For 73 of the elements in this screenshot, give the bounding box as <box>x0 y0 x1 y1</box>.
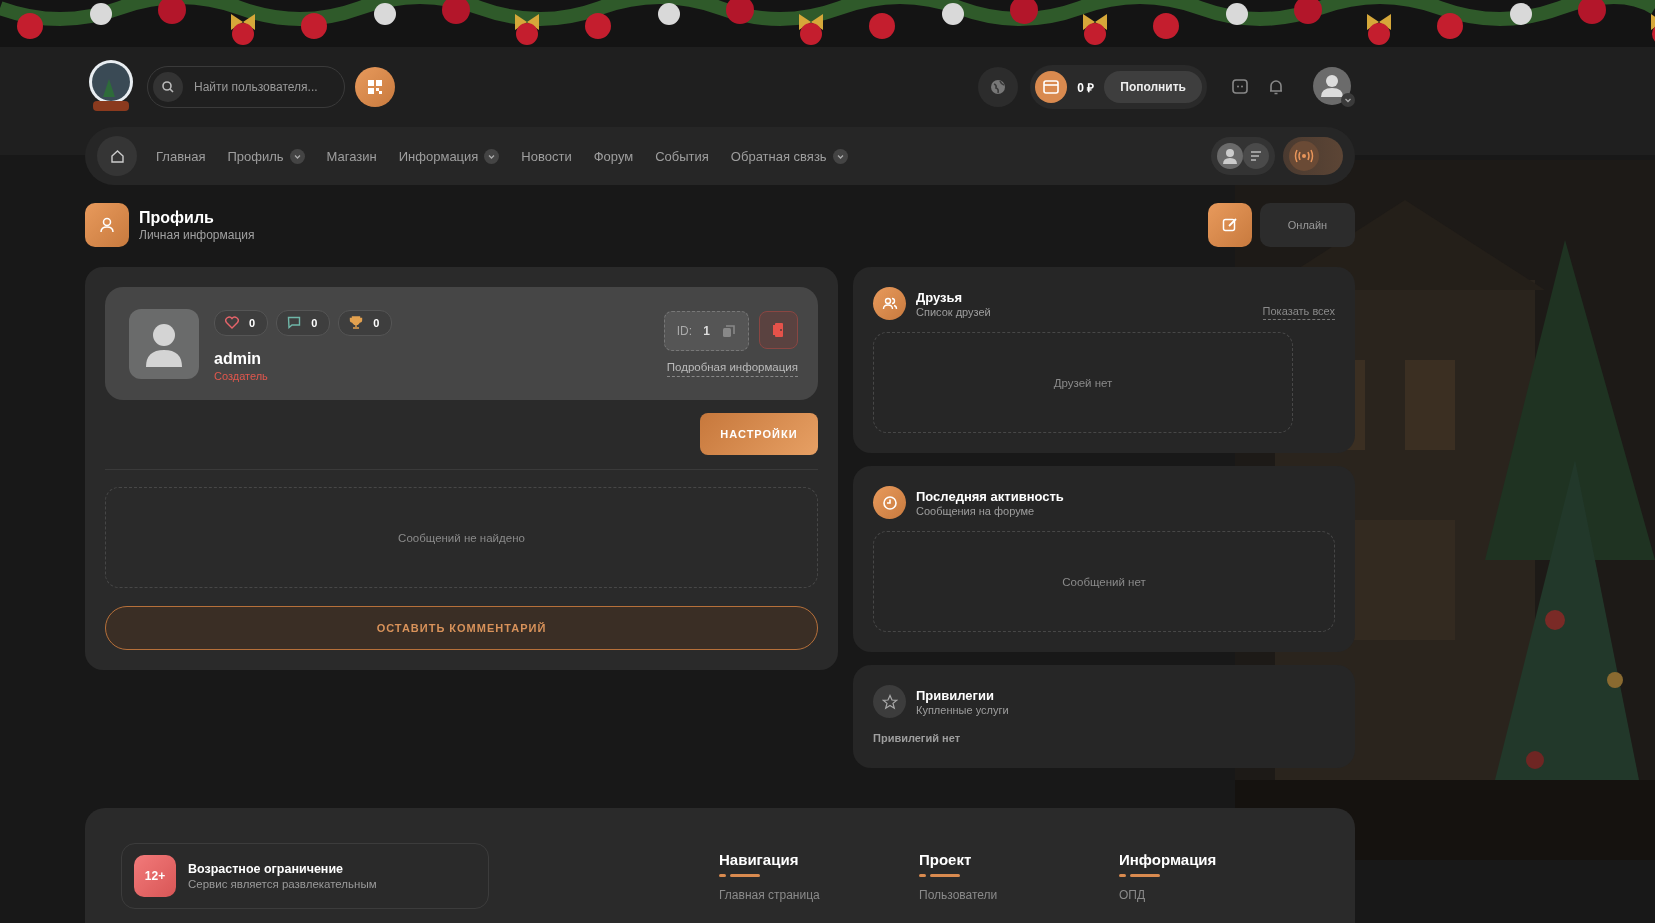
edit-button[interactable] <box>1208 203 1252 247</box>
user-role: Создатель <box>214 369 269 382</box>
door-icon <box>771 321 786 338</box>
details-link[interactable]: Подробная информация <box>666 360 798 377</box>
avatar-icon[interactable] <box>1313 67 1351 105</box>
wallet-icon <box>1043 80 1060 94</box>
card-title: Привилегии <box>916 687 995 703</box>
footer-link[interactable]: ОПД <box>1119 888 1319 902</box>
comment-button[interactable]: ОСТАВИТЬ КОММЕНТАРИЙ <box>105 606 818 650</box>
nav-link[interactable]: Главная <box>156 148 206 164</box>
age-title: Возрастное ограничение <box>188 862 345 876</box>
clock-icon <box>881 494 898 511</box>
page-subtitle: Личная информация <box>139 227 255 242</box>
home-button[interactable] <box>97 136 137 176</box>
age-subtitle: Сервис является развлекательным <box>188 878 377 890</box>
nav-link[interactable]: Новости <box>521 148 572 164</box>
stat-counter: 0 <box>214 309 269 336</box>
stat-counter: 0 <box>338 309 393 336</box>
chevron-down-icon[interactable] <box>484 148 500 164</box>
user-name: admin <box>214 349 263 368</box>
footer-heading: Проект <box>919 851 973 868</box>
star-icon <box>881 693 898 710</box>
footer-link[interactable]: Главная страница <box>719 888 919 902</box>
bell-icon[interactable] <box>1267 78 1285 96</box>
user-id: ID: 1 <box>663 310 749 351</box>
comment-icon <box>287 316 302 329</box>
nav-link[interactable]: Обратная связь <box>730 148 827 164</box>
card-subtitle: Сообщения на форуме <box>916 504 1036 517</box>
age-badge: 12+ <box>134 855 176 897</box>
nav-link[interactable]: Информация <box>398 148 479 164</box>
online-status: Онлайн <box>1260 203 1355 247</box>
search-field[interactable]: Найти пользователя... <box>147 66 345 108</box>
card-subtitle: Список друзей <box>916 305 992 318</box>
chevron-down-icon[interactable] <box>289 148 305 164</box>
home-icon <box>109 148 125 164</box>
search-icon <box>161 80 175 94</box>
topup-button[interactable]: Пополнить <box>1104 71 1202 103</box>
empty-message: Сообщений нет <box>1062 575 1146 588</box>
footer-heading: Навигация <box>719 851 800 868</box>
page-title: Профиль <box>139 208 215 227</box>
chat-icon[interactable] <box>1231 78 1249 96</box>
language-button[interactable] <box>978 67 1019 107</box>
broadcast-icon <box>1289 141 1319 171</box>
qr-code-icon <box>367 79 383 95</box>
user-toggle-button[interactable] <box>1217 143 1243 169</box>
users-icon <box>881 295 898 312</box>
empty-message: Друзей нет <box>1053 376 1113 389</box>
balance-amount: 0 ₽ <box>1077 79 1095 96</box>
card-title: Последняя активность <box>916 488 1065 504</box>
globe-icon <box>990 79 1007 95</box>
empty-message: Сообщений не найдено <box>398 531 525 544</box>
nav-link[interactable]: Профиль <box>227 148 284 164</box>
avatar-icon <box>129 308 199 379</box>
empty-message: Привилегий нет <box>873 732 962 746</box>
logout-button[interactable] <box>759 310 798 349</box>
edit-icon <box>1222 217 1238 233</box>
trophy-icon <box>349 316 364 329</box>
footer-heading: Информация <box>1119 851 1218 868</box>
chevron-down-icon[interactable] <box>1341 93 1355 107</box>
footer-link[interactable]: Пользователи <box>919 888 1119 902</box>
user-icon <box>98 216 116 234</box>
nav-link[interactable]: События <box>655 148 709 164</box>
broadcast-button[interactable] <box>1283 137 1343 175</box>
heart-icon <box>225 316 239 329</box>
chevron-down-icon[interactable] <box>832 148 848 164</box>
card-title: Друзья <box>916 289 964 305</box>
list-toggle-button[interactable] <box>1243 143 1269 169</box>
show-all-link[interactable]: Показать всех <box>1262 305 1335 320</box>
card-subtitle: Купленные услуги <box>916 703 1010 716</box>
nav-link[interactable]: Магазин <box>326 148 377 164</box>
qr-code-button[interactable] <box>355 67 395 107</box>
nav-link[interactable]: Форум <box>593 148 634 164</box>
stat-counter: 0 <box>276 309 331 336</box>
